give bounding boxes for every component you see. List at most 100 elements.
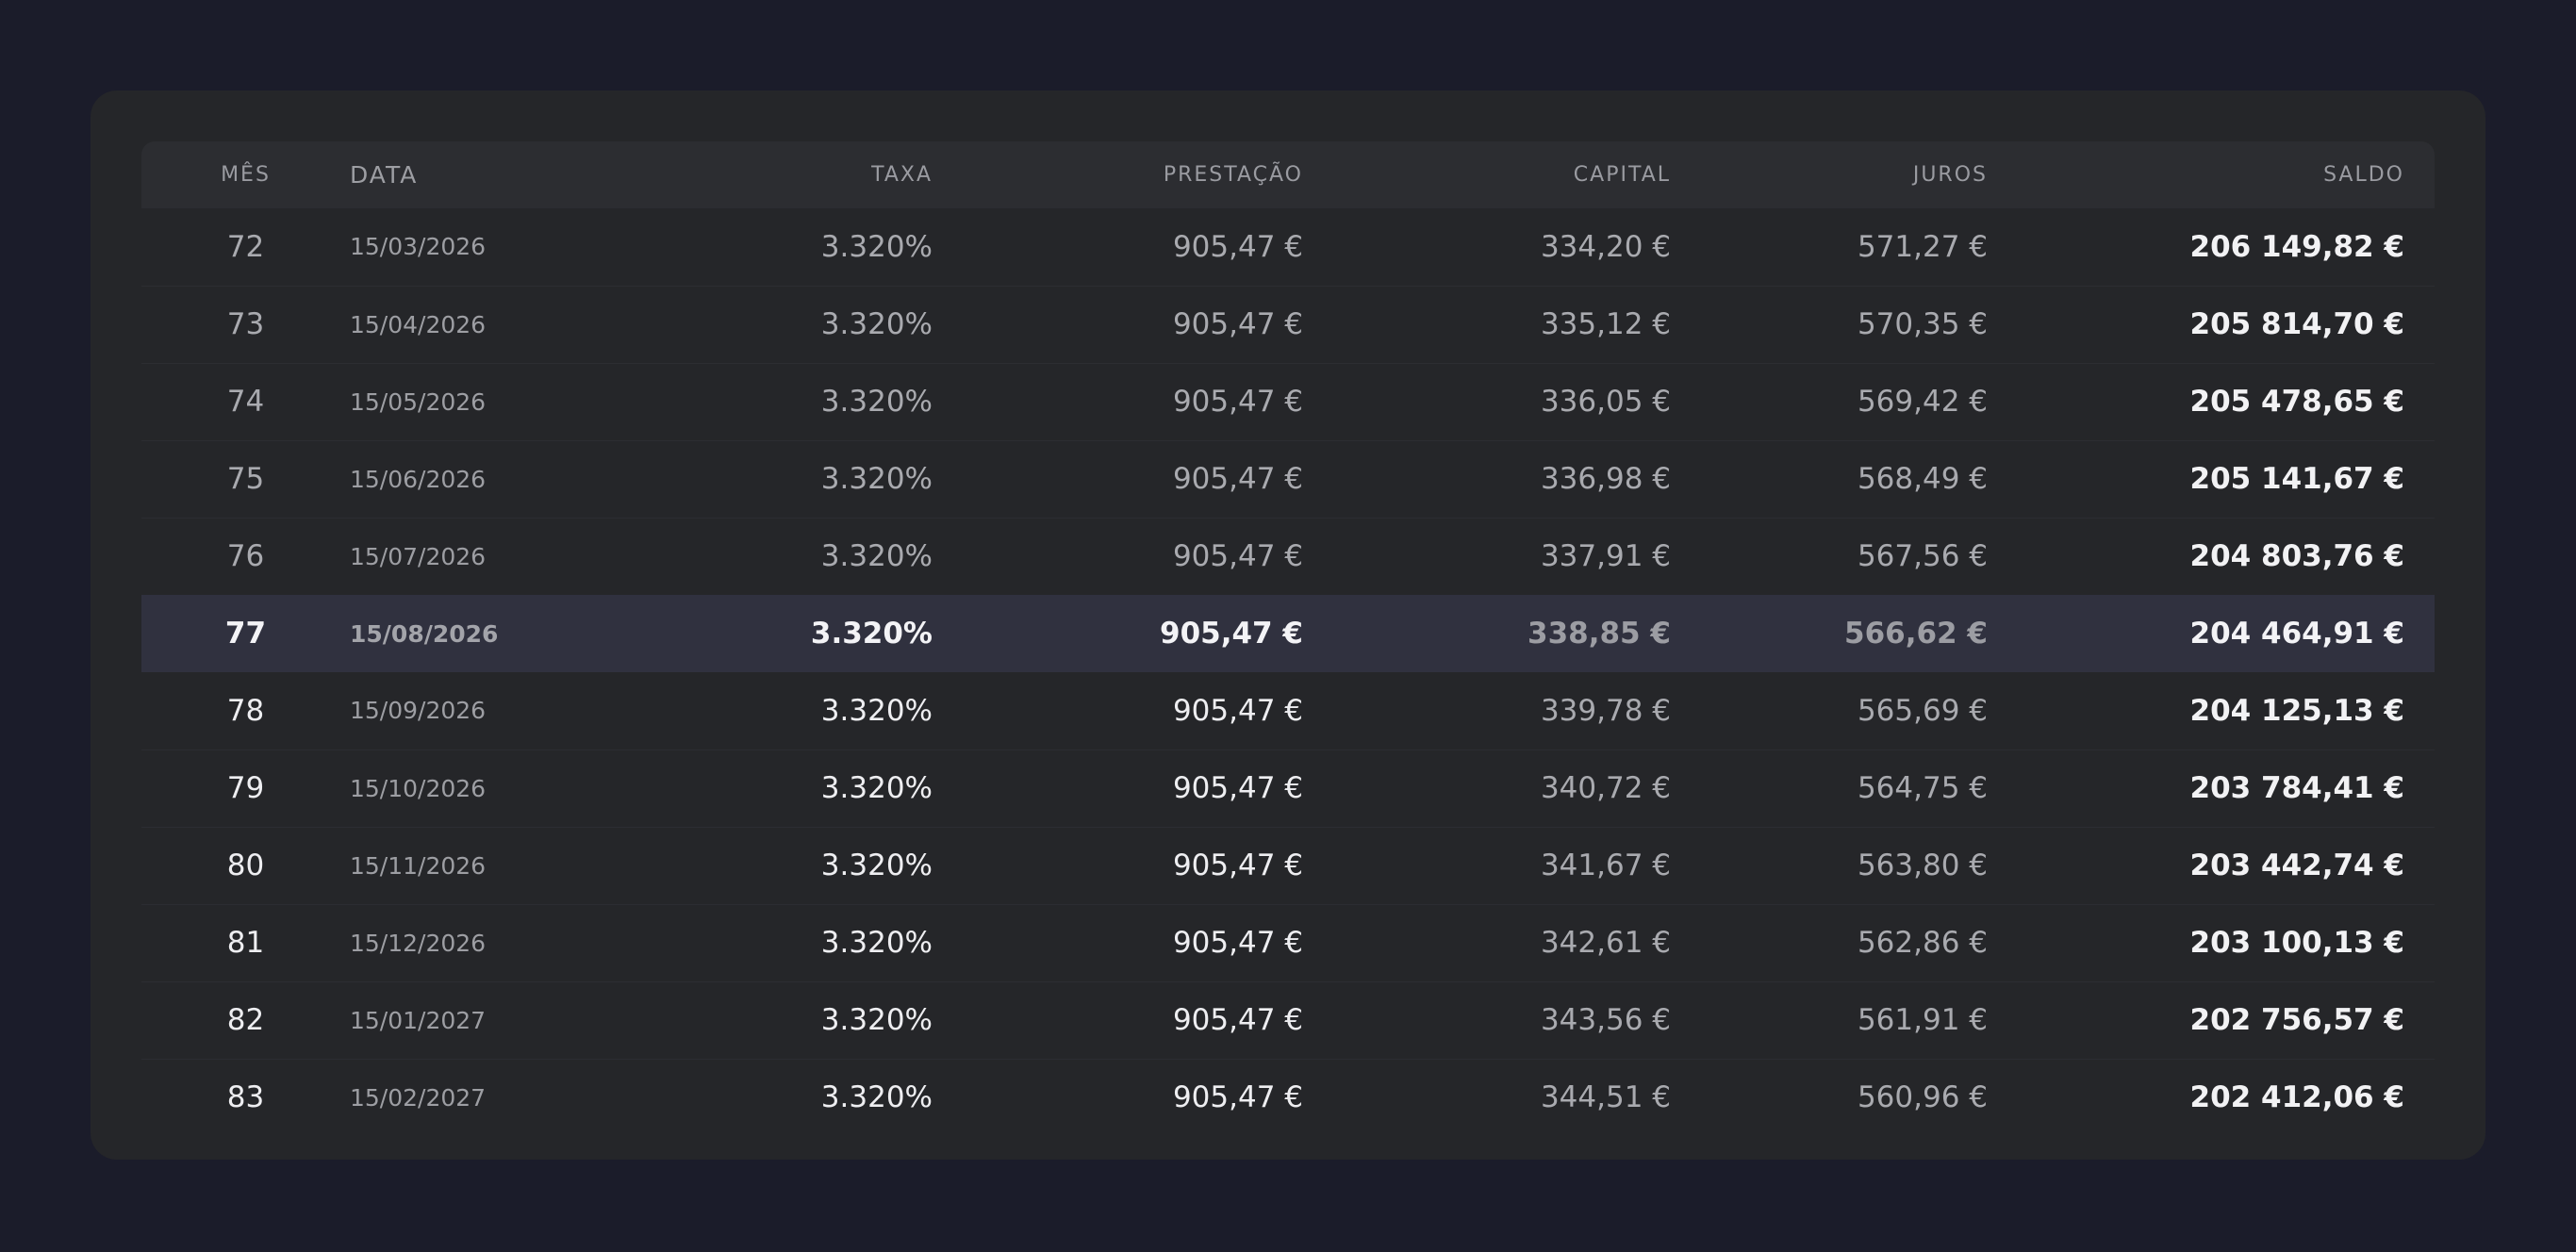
cell-data: 15/05/2026 <box>350 387 487 416</box>
cell-taxa: 3.320% <box>820 1003 933 1037</box>
cell-data: 15/06/2026 <box>350 465 487 493</box>
cell-mes: 81 <box>226 926 265 960</box>
cell-prestacao: 905,47 € <box>1172 539 1303 574</box>
table-row[interactable]: 80 15/11/2026 3.320% 905,47 € 341,67 € 563,80… <box>141 827 2435 904</box>
cell-capital: 344,51 € <box>1540 1080 1671 1115</box>
cell-saldo: 204 464,91 € <box>2189 617 2405 651</box>
table-header-row: MÊS DATA TAXA PRESTAÇÃO CAPITAL JUROS SA… <box>141 141 2435 208</box>
cell-mes: 80 <box>226 848 265 882</box>
cell-prestacao: 905,47 € <box>1172 771 1303 805</box>
cell-data: 15/09/2026 <box>350 697 487 725</box>
cell-capital: 337,91 € <box>1540 539 1671 574</box>
cell-taxa: 3.320% <box>820 462 933 496</box>
cell-prestacao: 905,47 € <box>1172 385 1303 419</box>
cell-saldo: 205 141,67 € <box>2189 462 2405 496</box>
column-header-taxa: TAXA <box>871 163 933 187</box>
cell-saldo: 206 149,82 € <box>2189 229 2405 264</box>
table-row[interactable]: 72 15/03/2026 3.320% 905,47 € 334,20 € 571,27… <box>141 208 2435 286</box>
cell-taxa: 3.320% <box>820 539 933 574</box>
cell-taxa: 3.320% <box>820 307 933 341</box>
cell-taxa: 3.320% <box>820 926 933 960</box>
cell-mes: 73 <box>226 307 265 341</box>
cell-saldo: 204 125,13 € <box>2189 693 2405 728</box>
column-header-juros: JUROS <box>1912 163 1988 187</box>
cell-mes: 76 <box>226 539 265 574</box>
cell-mes: 77 <box>224 617 267 651</box>
cell-saldo: 203 784,41 € <box>2189 771 2405 805</box>
cell-capital: 334,20 € <box>1540 229 1671 264</box>
cell-data: 15/12/2026 <box>350 929 487 957</box>
column-header-mes: MÊS <box>221 163 271 187</box>
cell-juros: 561,91 € <box>1857 1003 1988 1037</box>
cell-prestacao: 905,47 € <box>1172 307 1303 341</box>
table-row[interactable]: 81 15/12/2026 3.320% 905,47 € 342,61 € 562,86… <box>141 904 2435 981</box>
cell-juros: 563,80 € <box>1857 848 1988 882</box>
cell-capital: 343,56 € <box>1540 1003 1671 1037</box>
cell-mes: 82 <box>226 1003 265 1037</box>
column-header-saldo: SALDO <box>2323 163 2404 187</box>
cell-saldo: 205 478,65 € <box>2189 385 2405 419</box>
cell-taxa: 3.320% <box>820 693 933 728</box>
cell-juros: 569,42 € <box>1857 385 1988 419</box>
cell-saldo: 205 814,70 € <box>2189 307 2405 341</box>
column-header-capital: CAPITAL <box>1573 163 1671 187</box>
cell-prestacao: 905,47 € <box>1172 1003 1303 1037</box>
cell-capital: 340,72 € <box>1540 771 1671 805</box>
cell-prestacao: 905,47 € <box>1160 617 1303 651</box>
cell-taxa: 3.320% <box>820 848 933 882</box>
cell-mes: 78 <box>226 693 265 728</box>
cell-data: 15/02/2027 <box>350 1083 487 1112</box>
table-row[interactable]: 82 15/01/2027 3.320% 905,47 € 343,56 € 561,91… <box>141 981 2435 1059</box>
column-header-data: DATA <box>350 161 419 189</box>
amortization-table: MÊS DATA TAXA PRESTAÇÃO CAPITAL JUROS SA… <box>141 141 2435 1136</box>
table-row[interactable]: 76 15/07/2026 3.320% 905,47 € 337,91 € 567,56… <box>141 518 2435 595</box>
table-row[interactable]: 79 15/10/2026 3.320% 905,47 € 340,72 € 564,75… <box>141 750 2435 827</box>
cell-saldo: 203 100,13 € <box>2189 926 2405 960</box>
cell-capital: 335,12 € <box>1540 307 1671 341</box>
cell-data: 15/07/2026 <box>350 542 487 570</box>
column-header-prestacao: PRESTAÇÃO <box>1163 163 1303 187</box>
cell-capital: 342,61 € <box>1540 926 1671 960</box>
cell-prestacao: 905,47 € <box>1172 462 1303 496</box>
cell-capital: 339,78 € <box>1540 693 1671 728</box>
cell-mes: 74 <box>226 385 265 419</box>
cell-taxa: 3.320% <box>820 771 933 805</box>
cell-saldo: 202 756,57 € <box>2189 1003 2405 1037</box>
table-row[interactable]: 73 15/04/2026 3.320% 905,47 € 335,12 € 570,35… <box>141 286 2435 363</box>
cell-saldo: 204 803,76 € <box>2189 539 2405 574</box>
table-row[interactable]: 83 15/02/2027 3.320% 905,47 € 344,51 € 560,96… <box>141 1059 2435 1136</box>
table-row[interactable]: 75 15/06/2026 3.320% 905,47 € 336,98 € 568,49… <box>141 440 2435 518</box>
cell-prestacao: 905,47 € <box>1172 848 1303 882</box>
cell-juros: 568,49 € <box>1857 462 1988 496</box>
cell-capital: 338,85 € <box>1527 617 1671 651</box>
cell-data: 15/04/2026 <box>350 310 487 338</box>
cell-taxa: 3.320% <box>820 1080 933 1115</box>
cell-prestacao: 905,47 € <box>1172 1080 1303 1115</box>
cell-prestacao: 905,47 € <box>1172 926 1303 960</box>
cell-capital: 336,98 € <box>1540 462 1671 496</box>
cell-juros: 571,27 € <box>1857 229 1988 264</box>
cell-mes: 83 <box>226 1080 265 1115</box>
cell-juros: 562,86 € <box>1857 926 1988 960</box>
cell-taxa: 3.320% <box>810 617 933 651</box>
table-row[interactable]: 77 15/08/2026 3.320% 905,47 € 338,85 € 566,62… <box>141 595 2435 672</box>
cell-data: 15/01/2027 <box>350 1006 487 1034</box>
cell-prestacao: 905,47 € <box>1172 229 1303 264</box>
cell-taxa: 3.320% <box>820 385 933 419</box>
cell-saldo: 202 412,06 € <box>2189 1080 2405 1115</box>
cell-juros: 564,75 € <box>1857 771 1988 805</box>
cell-capital: 336,05 € <box>1540 385 1671 419</box>
cell-juros: 566,62 € <box>1844 617 1988 651</box>
cell-juros: 565,69 € <box>1857 693 1988 728</box>
table-body: 72 15/03/2026 3.320% 905,47 € 334,20 € 571,27… <box>141 208 2435 1136</box>
cell-saldo: 203 442,74 € <box>2189 848 2405 882</box>
cell-prestacao: 905,47 € <box>1172 693 1303 728</box>
cell-capital: 341,67 € <box>1540 848 1671 882</box>
cell-juros: 570,35 € <box>1857 307 1988 341</box>
table-row[interactable]: 78 15/09/2026 3.320% 905,47 € 339,78 € 565,69… <box>141 672 2435 750</box>
table-row[interactable]: 74 15/05/2026 3.320% 905,47 € 336,05 € 569,42… <box>141 363 2435 440</box>
amortization-card: MÊS DATA TAXA PRESTAÇÃO CAPITAL JUROS SA… <box>91 91 2485 1160</box>
cell-data: 15/10/2026 <box>350 774 487 802</box>
cell-mes: 75 <box>226 462 265 496</box>
cell-mes: 72 <box>226 229 265 264</box>
